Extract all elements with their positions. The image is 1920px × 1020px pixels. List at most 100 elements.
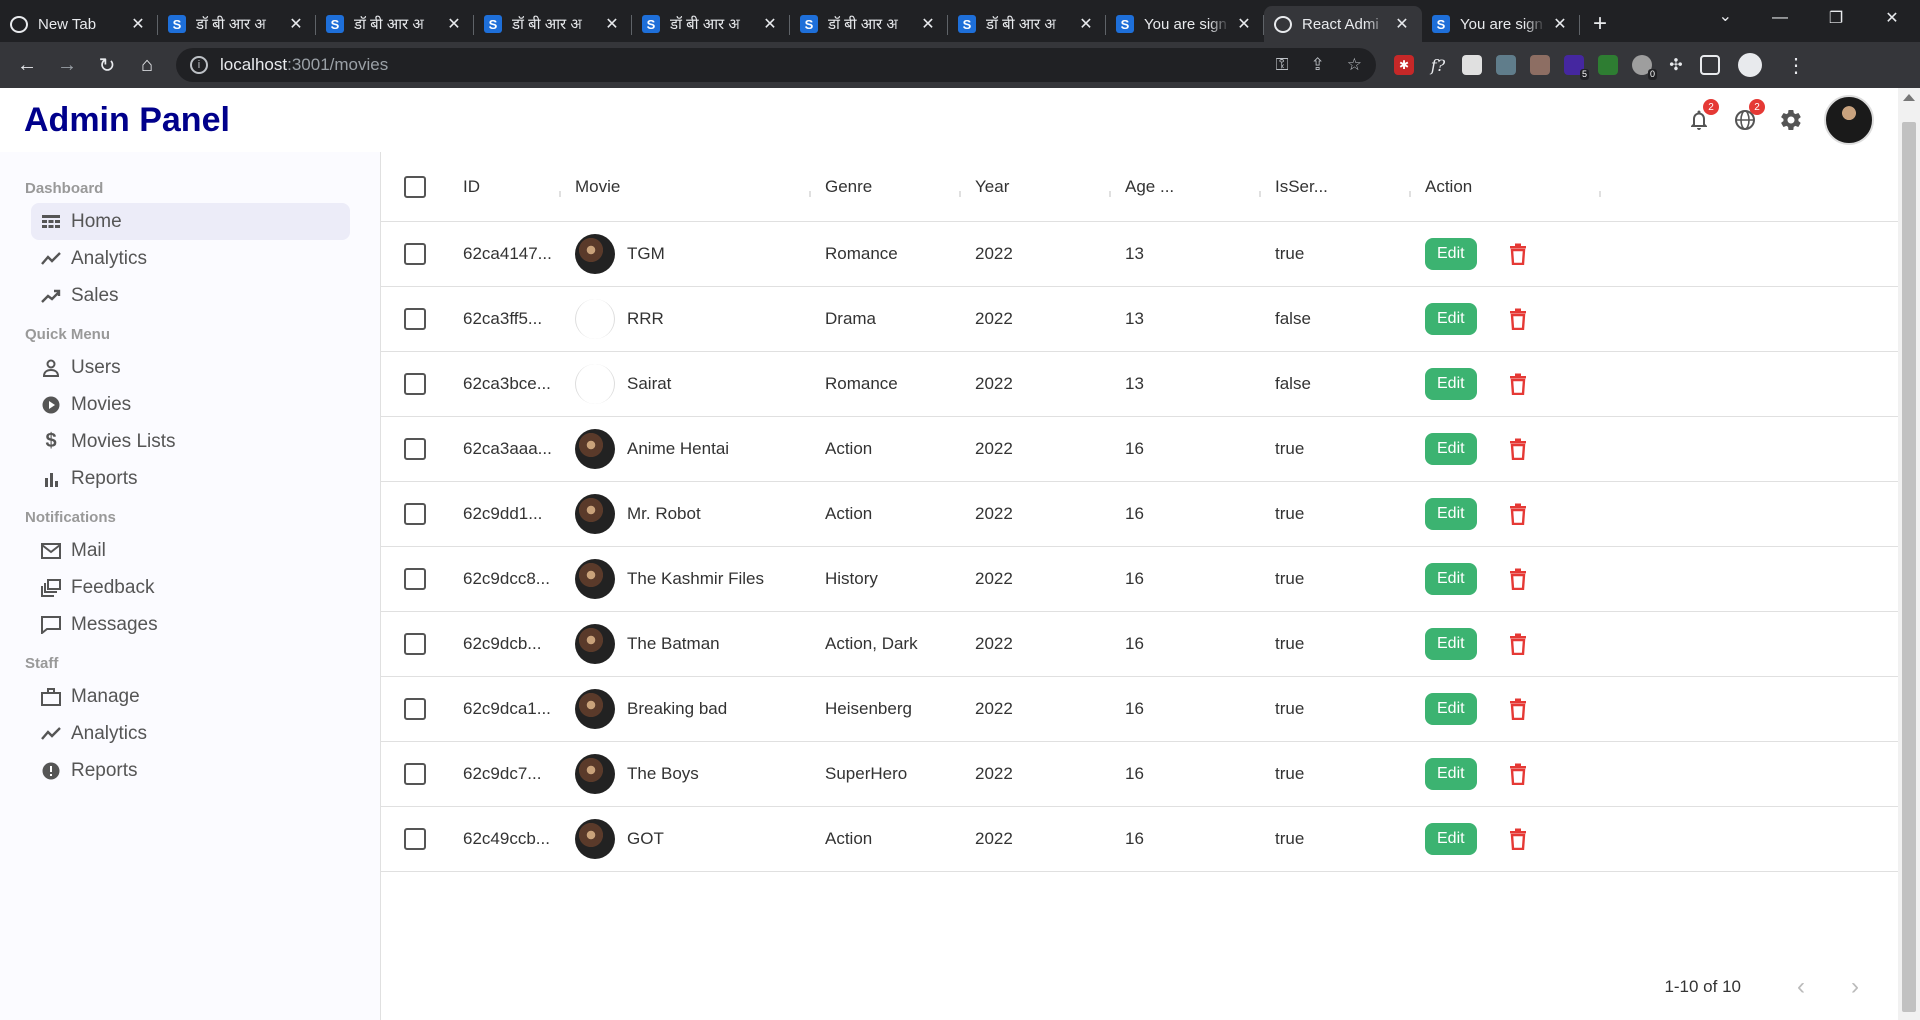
address-bar[interactable]: i localhost:3001/movies ⚿ ⇪ ☆	[176, 48, 1376, 82]
sidebar-item-movies-lists[interactable]: $ Movies Lists	[31, 423, 350, 460]
browser-tab[interactable]: New Tab ✕	[0, 6, 158, 42]
column-header-id[interactable]: ID	[449, 177, 561, 197]
edit-button[interactable]: Edit	[1425, 628, 1477, 660]
extension-4-icon[interactable]	[1496, 55, 1516, 75]
browser-tab[interactable]: S डॉ बी आर अ ✕	[790, 6, 948, 42]
table-row[interactable]: 62c9dca1... Breaking bad Heisenberg 2022 16 t…	[381, 677, 1898, 742]
delete-icon[interactable]	[1507, 826, 1529, 852]
extensions-puzzle-icon[interactable]: ✣	[1666, 55, 1686, 75]
tab-close-icon[interactable]: ✕	[918, 14, 938, 34]
bookmark-star-icon[interactable]: ☆	[1347, 55, 1362, 75]
tab-close-icon[interactable]: ✕	[286, 14, 306, 34]
restore-icon[interactable]: ❐	[1808, 0, 1864, 36]
extension-6-icon[interactable]: 5	[1564, 55, 1589, 80]
table-row[interactable]: 62ca3ff5... RRR Drama 2022 13 false Edit	[381, 287, 1898, 352]
new-tab-button[interactable]: +	[1580, 6, 1620, 42]
language-globe-icon[interactable]: 2	[1732, 99, 1765, 133]
row-checkbox[interactable]	[404, 503, 426, 525]
edit-button[interactable]: Edit	[1425, 823, 1477, 855]
sidebar-item-users[interactable]: Users	[31, 349, 350, 386]
row-checkbox[interactable]	[404, 373, 426, 395]
sidebar-item-home[interactable]: Home	[31, 203, 350, 240]
browser-profile-icon[interactable]	[1738, 53, 1762, 77]
sidebar-item-movies[interactable]: Movies	[31, 386, 350, 423]
table-row[interactable]: 62c9dd1... Mr. Robot Action 2022 16 true Edit	[381, 482, 1898, 547]
browser-menu-icon[interactable]: ⋮	[1786, 53, 1806, 78]
back-icon[interactable]: ←	[10, 48, 44, 82]
delete-icon[interactable]	[1507, 501, 1529, 527]
user-avatar[interactable]	[1824, 95, 1874, 145]
table-row[interactable]: 62c9dc7... The Boys SuperHero 2022 16 true Edi…	[381, 742, 1898, 807]
settings-gear-icon[interactable]	[1778, 107, 1804, 133]
extension-8-icon[interactable]: 0	[1632, 55, 1657, 80]
sidebar-item-manage[interactable]: Manage	[31, 678, 350, 715]
browser-tab[interactable]: S You are sign ✕	[1422, 6, 1580, 42]
home-icon[interactable]: ⌂	[130, 48, 164, 82]
edit-button[interactable]: Edit	[1425, 368, 1477, 400]
next-page-icon[interactable]: ›	[1835, 967, 1875, 1007]
column-separator[interactable]	[1599, 190, 1601, 197]
edit-button[interactable]: Edit	[1425, 238, 1477, 270]
delete-icon[interactable]	[1507, 696, 1529, 722]
edit-button[interactable]: Edit	[1425, 433, 1477, 465]
column-header-is-series[interactable]: IsSer...	[1261, 177, 1411, 197]
reload-icon[interactable]: ↻	[90, 48, 124, 82]
table-row[interactable]: 62c9dcc8... The Kashmir Files History 2022 1…	[381, 547, 1898, 612]
extension-5-icon[interactable]	[1530, 55, 1550, 75]
previous-page-icon[interactable]: ‹	[1781, 967, 1821, 1007]
edit-button[interactable]: Edit	[1425, 563, 1477, 595]
delete-icon[interactable]	[1507, 761, 1529, 787]
sidebar-item-analytics[interactable]: Analytics	[31, 715, 350, 752]
table-row[interactable]: 62ca3aaa... Anime Hentai Action 2022 16 true E…	[381, 417, 1898, 482]
delete-icon[interactable]	[1507, 371, 1529, 397]
share-icon[interactable]: ⇪	[1311, 55, 1325, 75]
column-header-age[interactable]: Age ...	[1111, 177, 1261, 197]
browser-tab[interactable]: S डॉ बी आर अ ✕	[948, 6, 1106, 42]
select-all-checkbox[interactable]	[404, 175, 426, 198]
sidebar-item-messages[interactable]: Messages	[31, 606, 350, 643]
column-header-genre[interactable]: Genre	[811, 177, 961, 197]
edit-button[interactable]: Edit	[1425, 498, 1477, 530]
table-row[interactable]: 62c49ccb... GOT Action 2022 16 true Edit	[381, 807, 1898, 872]
table-row[interactable]: 62ca3bce... Sairat Romance 2022 13 false Edit	[381, 352, 1898, 417]
browser-tab[interactable]: S डॉ बी आर अ ✕	[632, 6, 790, 42]
row-checkbox[interactable]	[404, 308, 426, 330]
scrollbar-thumb[interactable]	[1902, 122, 1916, 1012]
minimize-icon[interactable]: —	[1752, 0, 1808, 36]
tab-close-icon[interactable]: ✕	[1392, 14, 1412, 34]
page-scrollbar[interactable]	[1898, 88, 1920, 1020]
extension-1-icon[interactable]: ✱	[1394, 55, 1414, 75]
notifications-bell-icon[interactable]: 2	[1686, 99, 1719, 133]
tab-close-icon[interactable]: ✕	[128, 14, 148, 34]
delete-icon[interactable]	[1507, 631, 1529, 657]
forward-icon[interactable]: →	[50, 48, 84, 82]
sidebar-item-analytics[interactable]: Analytics	[31, 240, 350, 277]
table-row[interactable]: 62ca4147... TGM Romance 2022 13 true Edit	[381, 222, 1898, 287]
column-header-movie[interactable]: Movie	[561, 177, 811, 197]
tab-search-icon[interactable]: ⌄	[1719, 6, 1732, 26]
key-icon[interactable]: ⚿	[1276, 55, 1289, 75]
row-checkbox[interactable]	[404, 633, 426, 655]
browser-tab[interactable]: S डॉ बी आर अ ✕	[474, 6, 632, 42]
row-checkbox[interactable]	[404, 568, 426, 590]
table-row[interactable]: 62c9dcb... The Batman Action, Dark 2022 16 tr…	[381, 612, 1898, 677]
column-header-year[interactable]: Year	[961, 177, 1111, 197]
tab-close-icon[interactable]: ✕	[1234, 14, 1254, 34]
brand-logo[interactable]: Admin Panel	[24, 101, 230, 140]
sidebar-item-mail[interactable]: Mail	[31, 532, 350, 569]
sidebar-item-feedback[interactable]: Feedback	[31, 569, 350, 606]
row-checkbox[interactable]	[404, 828, 426, 850]
edit-button[interactable]: Edit	[1425, 758, 1477, 790]
sidebar-item-reports[interactable]: Reports	[31, 752, 350, 789]
delete-icon[interactable]	[1507, 436, 1529, 462]
row-checkbox[interactable]	[404, 698, 426, 720]
close-window-icon[interactable]: ✕	[1864, 0, 1920, 36]
tab-close-icon[interactable]: ✕	[602, 14, 622, 34]
extension-formula-icon[interactable]: f?	[1428, 55, 1448, 75]
row-checkbox[interactable]	[404, 763, 426, 785]
browser-tab[interactable]: S You are sign ✕	[1106, 6, 1264, 42]
delete-icon[interactable]	[1507, 306, 1529, 332]
edit-button[interactable]: Edit	[1425, 693, 1477, 725]
browser-tab[interactable]: S डॉ बी आर अ ✕	[158, 6, 316, 42]
extension-3-icon[interactable]	[1462, 55, 1482, 75]
